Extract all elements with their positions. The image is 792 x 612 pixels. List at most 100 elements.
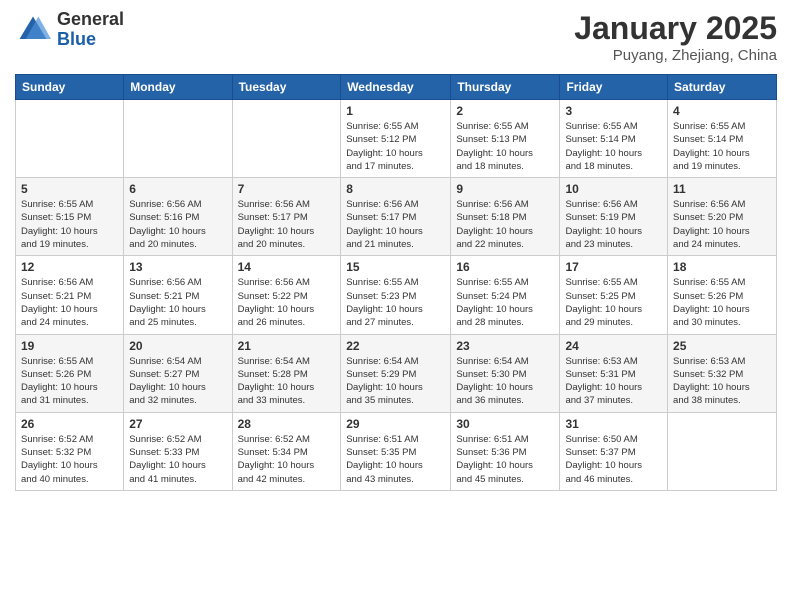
day-info: Sunrise: 6:53 AM Sunset: 5:32 PM Dayligh… — [673, 355, 771, 408]
location: Puyang, Zhejiang, China — [574, 47, 777, 64]
calendar-cell: 16 Sunrise: 6:55 AM Sunset: 5:24 PM Dayli… — [451, 256, 560, 334]
day-number: 18 — [673, 260, 771, 274]
day-number: 10 — [565, 182, 662, 196]
weekday-header: Wednesday — [341, 75, 451, 100]
day-info: Sunrise: 6:56 AM Sunset: 5:17 PM Dayligh… — [346, 198, 445, 251]
calendar-cell — [668, 412, 777, 490]
day-number: 26 — [21, 417, 118, 431]
day-info: Sunrise: 6:54 AM Sunset: 5:30 PM Dayligh… — [456, 355, 554, 408]
day-number: 25 — [673, 339, 771, 353]
day-number: 17 — [565, 260, 662, 274]
day-number: 29 — [346, 417, 445, 431]
day-info: Sunrise: 6:55 AM Sunset: 5:14 PM Dayligh… — [673, 120, 771, 173]
day-info: Sunrise: 6:52 AM Sunset: 5:32 PM Dayligh… — [21, 433, 118, 486]
day-info: Sunrise: 6:55 AM Sunset: 5:25 PM Dayligh… — [565, 276, 662, 329]
calendar-cell: 5Sunrise: 6:55 AM Sunset: 5:15 PM Daylig… — [16, 178, 124, 256]
day-info: Sunrise: 6:52 AM Sunset: 5:34 PM Dayligh… — [238, 433, 336, 486]
calendar-cell: 17 Sunrise: 6:55 AM Sunset: 5:25 PM Dayli… — [560, 256, 668, 334]
day-info: Sunrise: 6:52 AM Sunset: 5:33 PM Dayligh… — [129, 433, 226, 486]
day-info: Sunrise: 6:50 AM Sunset: 5:37 PM Dayligh… — [565, 433, 662, 486]
day-info: Sunrise: 6:51 AM Sunset: 5:36 PM Dayligh… — [456, 433, 554, 486]
calendar-cell: 6 Sunrise: 6:56 AM Sunset: 5:16 PM Daylig… — [124, 178, 232, 256]
day-number: 6 — [129, 182, 226, 196]
day-info: Sunrise: 6:55 AM Sunset: 5:24 PM Dayligh… — [456, 276, 554, 329]
calendar-table: SundayMondayTuesdayWednesdayThursdayFrid… — [15, 74, 777, 491]
title-block: January 2025 Puyang, Zhejiang, China — [574, 10, 777, 64]
weekday-header: Tuesday — [232, 75, 341, 100]
day-info: Sunrise: 6:55 AM Sunset: 5:12 PM Dayligh… — [346, 120, 445, 173]
day-number: 14 — [238, 260, 336, 274]
calendar-cell: 28 Sunrise: 6:52 AM Sunset: 5:34 PM Dayli… — [232, 412, 341, 490]
weekday-header: Monday — [124, 75, 232, 100]
day-number: 1 — [346, 104, 445, 118]
day-info: Sunrise: 6:56 AM Sunset: 5:18 PM Dayligh… — [456, 198, 554, 251]
calendar-cell: 30 Sunrise: 6:51 AM Sunset: 5:36 PM Dayli… — [451, 412, 560, 490]
logo: General Blue — [15, 10, 124, 50]
calendar-cell: 21 Sunrise: 6:54 AM Sunset: 5:28 PM Dayli… — [232, 334, 341, 412]
day-info: Sunrise: 6:56 AM Sunset: 5:17 PM Dayligh… — [238, 198, 336, 251]
calendar-cell: 12Sunrise: 6:56 AM Sunset: 5:21 PM Dayli… — [16, 256, 124, 334]
calendar-cell: 18Sunrise: 6:55 AM Sunset: 5:26 PM Dayli… — [668, 256, 777, 334]
weekday-header-row: SundayMondayTuesdayWednesdayThursdayFrid… — [16, 75, 777, 100]
calendar-cell — [124, 100, 232, 178]
day-number: 8 — [346, 182, 445, 196]
logo-text: General Blue — [57, 10, 124, 50]
day-info: Sunrise: 6:54 AM Sunset: 5:29 PM Dayligh… — [346, 355, 445, 408]
day-info: Sunrise: 6:53 AM Sunset: 5:31 PM Dayligh… — [565, 355, 662, 408]
day-info: Sunrise: 6:56 AM Sunset: 5:22 PM Dayligh… — [238, 276, 336, 329]
calendar-cell — [16, 100, 124, 178]
day-number: 21 — [238, 339, 336, 353]
day-info: Sunrise: 6:56 AM Sunset: 5:21 PM Dayligh… — [21, 276, 118, 329]
day-info: Sunrise: 6:54 AM Sunset: 5:27 PM Dayligh… — [129, 355, 226, 408]
logo-general: General — [57, 10, 124, 30]
calendar-cell: 22Sunrise: 6:54 AM Sunset: 5:29 PM Dayli… — [341, 334, 451, 412]
day-info: Sunrise: 6:55 AM Sunset: 5:13 PM Dayligh… — [456, 120, 554, 173]
day-number: 13 — [129, 260, 226, 274]
calendar-cell: 20 Sunrise: 6:54 AM Sunset: 5:27 PM Dayli… — [124, 334, 232, 412]
day-number: 16 — [456, 260, 554, 274]
calendar-cell: 24 Sunrise: 6:53 AM Sunset: 5:31 PM Dayli… — [560, 334, 668, 412]
logo-icon — [15, 12, 51, 48]
day-number: 30 — [456, 417, 554, 431]
day-info: Sunrise: 6:56 AM Sunset: 5:16 PM Dayligh… — [129, 198, 226, 251]
calendar-cell: 15Sunrise: 6:55 AM Sunset: 5:23 PM Dayli… — [341, 256, 451, 334]
day-info: Sunrise: 6:54 AM Sunset: 5:28 PM Dayligh… — [238, 355, 336, 408]
weekday-header: Thursday — [451, 75, 560, 100]
calendar-week-row: 1 Sunrise: 6:55 AM Sunset: 5:12 PM Daylig… — [16, 100, 777, 178]
calendar-cell: 11 Sunrise: 6:56 AM Sunset: 5:20 PM Dayli… — [668, 178, 777, 256]
day-number: 23 — [456, 339, 554, 353]
calendar-week-row: 19Sunrise: 6:55 AM Sunset: 5:26 PM Dayli… — [16, 334, 777, 412]
calendar-cell: 26 Sunrise: 6:52 AM Sunset: 5:32 PM Dayli… — [16, 412, 124, 490]
weekday-header: Friday — [560, 75, 668, 100]
calendar-cell: 23 Sunrise: 6:54 AM Sunset: 5:30 PM Dayli… — [451, 334, 560, 412]
calendar-cell: 14 Sunrise: 6:56 AM Sunset: 5:22 PM Dayli… — [232, 256, 341, 334]
day-number: 24 — [565, 339, 662, 353]
day-info: Sunrise: 6:51 AM Sunset: 5:35 PM Dayligh… — [346, 433, 445, 486]
day-number: 20 — [129, 339, 226, 353]
day-number: 4 — [673, 104, 771, 118]
day-info: Sunrise: 6:55 AM Sunset: 5:14 PM Dayligh… — [565, 120, 662, 173]
weekday-header: Sunday — [16, 75, 124, 100]
day-number: 7 — [238, 182, 336, 196]
day-info: Sunrise: 6:55 AM Sunset: 5:15 PM Dayligh… — [21, 198, 118, 251]
day-number: 31 — [565, 417, 662, 431]
calendar-cell: 29 Sunrise: 6:51 AM Sunset: 5:35 PM Dayli… — [341, 412, 451, 490]
day-number: 3 — [565, 104, 662, 118]
day-info: Sunrise: 6:55 AM Sunset: 5:23 PM Dayligh… — [346, 276, 445, 329]
day-number: 28 — [238, 417, 336, 431]
calendar-cell: 19Sunrise: 6:55 AM Sunset: 5:26 PM Dayli… — [16, 334, 124, 412]
month-title: January 2025 — [574, 10, 777, 47]
calendar-cell: 25 Sunrise: 6:53 AM Sunset: 5:32 PM Dayli… — [668, 334, 777, 412]
day-info: Sunrise: 6:56 AM Sunset: 5:20 PM Dayligh… — [673, 198, 771, 251]
day-number: 11 — [673, 182, 771, 196]
calendar-cell: 13Sunrise: 6:56 AM Sunset: 5:21 PM Dayli… — [124, 256, 232, 334]
day-number: 19 — [21, 339, 118, 353]
calendar-cell: 27Sunrise: 6:52 AM Sunset: 5:33 PM Dayli… — [124, 412, 232, 490]
logo-blue: Blue — [57, 30, 124, 50]
calendar-cell: 2Sunrise: 6:55 AM Sunset: 5:13 PM Daylig… — [451, 100, 560, 178]
calendar-cell: 9Sunrise: 6:56 AM Sunset: 5:18 PM Daylig… — [451, 178, 560, 256]
day-info: Sunrise: 6:56 AM Sunset: 5:19 PM Dayligh… — [565, 198, 662, 251]
calendar-cell: 10 Sunrise: 6:56 AM Sunset: 5:19 PM Dayli… — [560, 178, 668, 256]
calendar-cell: 7 Sunrise: 6:56 AM Sunset: 5:17 PM Daylig… — [232, 178, 341, 256]
calendar-week-row: 5Sunrise: 6:55 AM Sunset: 5:15 PM Daylig… — [16, 178, 777, 256]
